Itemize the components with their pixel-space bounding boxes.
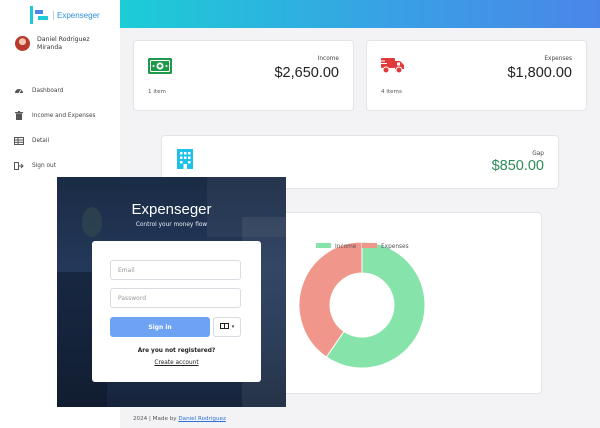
avatar [15, 36, 30, 51]
sidebar-item-label: Income and Expenses [32, 112, 96, 119]
gap-value: $850.00 [491, 158, 544, 174]
email-field[interactable]: Email [110, 260, 241, 280]
user-name: Daniel Rodriguez Miranda [37, 36, 90, 51]
sidebar-item-sign-out[interactable]: Sign out [14, 153, 114, 178]
legend-label: Income [335, 244, 357, 250]
sidebar-item-label: Sign out [32, 162, 56, 169]
footer-author-link[interactable]: Daniel Rodriguez [178, 416, 226, 422]
create-account-link[interactable]: Create account [92, 360, 261, 366]
income-label: Income [317, 56, 339, 62]
income-count: 1 item [148, 89, 166, 95]
register-question: Are you not registered? [137, 348, 216, 354]
income-card: Income $2,650.00 1 item [133, 40, 354, 111]
truck-icon [381, 56, 405, 78]
flag-icon [219, 323, 229, 331]
expenses-value: $1,800.00 [507, 65, 572, 81]
expenses-card: Expenses $1,800.00 4 items [366, 40, 587, 111]
sign-out-icon [14, 161, 24, 171]
password-field[interactable]: Password [110, 288, 241, 308]
money-icon [148, 58, 172, 78]
footer-text: 2024 | Made by [133, 416, 177, 422]
login-subtitle: Control your money flow [135, 222, 208, 228]
top-bar [120, 0, 600, 28]
legend-swatch [316, 243, 331, 248]
footer: 2024 | Made by Daniel Rodriguez [133, 416, 226, 422]
sidebar-item-label: Dashboard [32, 87, 64, 94]
legend-label: Expenses [381, 244, 409, 250]
donut-chart: Income Expenses [298, 241, 426, 369]
brand-mark-icon [30, 6, 50, 24]
trash-icon [14, 111, 24, 121]
brand-logo[interactable]: Expenseger [30, 5, 100, 25]
language-select[interactable]: ▾ [213, 317, 241, 337]
login-form: Email Password Sign in ▾ Are you not reg… [92, 241, 261, 382]
table-icon [14, 136, 24, 146]
brand-name: Expenseger [53, 10, 100, 20]
chevron-down-icon: ▾ [231, 324, 235, 330]
login-title: Expenseger [131, 201, 212, 218]
login-panel: Expenseger Control your money flow Email… [57, 177, 286, 407]
sidebar-nav: Dashboard Income and Expenses Detail Sig… [14, 78, 114, 178]
legend-item-income[interactable]: Income [316, 243, 357, 250]
expenses-count: 4 items [381, 89, 402, 95]
gap-label: Gap [532, 151, 544, 157]
user-profile[interactable]: Daniel Rodriguez Miranda [15, 36, 107, 51]
legend-swatch [362, 243, 377, 248]
sidebar-item-label: Detail [32, 137, 50, 144]
building-icon [177, 149, 193, 173]
gauge-icon [14, 86, 24, 96]
expenses-label: Expenses [544, 56, 572, 62]
sign-in-button[interactable]: Sign in [110, 317, 210, 337]
sidebar-item-income-expenses[interactable]: Income and Expenses [14, 103, 114, 128]
sidebar-item-dashboard[interactable]: Dashboard [14, 78, 114, 103]
chart-card: Income Expenses [270, 212, 542, 394]
sidebar-item-detail[interactable]: Detail [14, 128, 114, 153]
income-value: $2,650.00 [274, 65, 339, 81]
